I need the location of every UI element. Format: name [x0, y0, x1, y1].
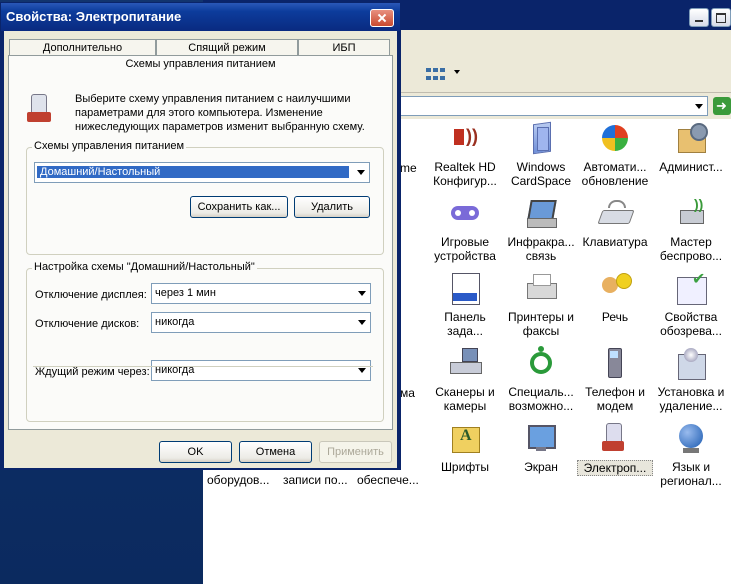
delete-button[interactable]: Удалить [294, 196, 370, 218]
display-off-select[interactable]: через 1 мин [151, 283, 371, 304]
control-panel-item[interactable]: Экран [503, 421, 579, 474]
tab-hibernate[interactable]: Спящий режим [156, 39, 298, 55]
chevron-down-icon[interactable] [358, 368, 366, 373]
control-panel-item[interactable]: Специаль... возможно... [503, 346, 579, 413]
region-icon [674, 421, 708, 455]
tab-ups[interactable]: ИБП [298, 39, 390, 55]
scheme-select-value: Домашний/Настольный [37, 166, 349, 178]
chevron-down-icon[interactable] [358, 320, 366, 325]
disks-off-select[interactable]: никогда [151, 312, 371, 333]
gamepad-icon [448, 196, 482, 230]
item-label-fragment[interactable]: обеспече... [357, 473, 419, 487]
control-panel-item[interactable]: Свойства обозрева... [653, 269, 729, 338]
group-title: Схемы управления питанием [32, 140, 187, 152]
dialog-title: Свойства: Электропитание [6, 9, 182, 24]
control-panel-item[interactable]: Игровые устройства [427, 196, 503, 263]
standby-label: Ждущий режим через: [35, 366, 150, 378]
windows-update-icon [598, 121, 632, 155]
control-panel-item[interactable]: Принтеры и факсы [503, 271, 579, 338]
control-panel-item[interactable]: Админист... [653, 121, 729, 174]
chevron-down-icon[interactable] [358, 291, 366, 296]
close-icon[interactable] [370, 9, 394, 27]
control-panel-item[interactable]: Инфракра... связь [503, 196, 579, 263]
control-panel-item[interactable]: Установка и удаление... [653, 346, 729, 413]
item-label-fragment[interactable]: записи по... [283, 473, 348, 487]
cardspace-icon [524, 121, 558, 155]
control-panel-item[interactable]: Мастер беспрово... [653, 196, 729, 263]
printer-icon [524, 271, 558, 305]
description-text: Выберите схему управления питанием с наи… [75, 93, 365, 133]
tab-power-schemes[interactable]: Схемы управления питанием [9, 58, 392, 70]
accessibility-icon [524, 346, 558, 380]
admin-tools-icon [674, 121, 708, 155]
item-label-fragment: me [400, 161, 417, 175]
display-icon [524, 421, 558, 455]
control-panel-item[interactable]: Шрифты [427, 421, 503, 474]
add-remove-icon [674, 346, 708, 380]
go-arrow-icon[interactable] [713, 97, 731, 115]
fonts-icon [448, 421, 482, 455]
schemes-group: Схемы управления питанием Домашний/Насто… [26, 140, 384, 255]
ok-button[interactable]: OK [159, 441, 232, 463]
speech-icon [598, 271, 632, 305]
control-panel-item[interactable]: Панель зада... [427, 271, 503, 338]
dialog-titlebar: Свойства: Электропитание [1, 3, 400, 31]
item-label-fragment: ма [400, 386, 415, 400]
control-panel-item-selected[interactable]: Электроп... [577, 421, 653, 476]
tab-page: Схемы управления питанием Выберите схему… [8, 55, 393, 430]
power-icon [598, 421, 632, 455]
views-icon[interactable] [423, 64, 447, 86]
cancel-button[interactable]: Отмена [239, 441, 312, 463]
chevron-down-icon[interactable] [357, 170, 365, 175]
display-off-label: Отключение дисплея: [35, 289, 147, 301]
dialog-body: Дополнительно Спящий режим ИБП Схемы упр… [4, 31, 397, 468]
control-panel-item[interactable]: Realtek HD Конфигур... [427, 121, 503, 188]
divider [33, 366, 373, 367]
phone-icon [598, 346, 632, 380]
disks-off-label: Отключение дисков: [35, 318, 140, 330]
control-panel-item[interactable]: Сканеры и камеры [427, 346, 503, 413]
group-title: Настройка схемы "Домашний/Настольный" [32, 261, 257, 273]
scheme-select[interactable]: Домашний/Настольный [34, 162, 370, 183]
control-panel-item[interactable]: Язык и регионал... [653, 421, 729, 488]
control-panel-item[interactable]: Автомати... обновление [577, 121, 653, 188]
control-panel-item[interactable]: Клавиатура [577, 196, 653, 249]
views-dropdown-icon[interactable] [454, 70, 460, 74]
address-dropdown-icon[interactable] [695, 104, 703, 109]
internet-options-icon [674, 269, 708, 305]
standby-select[interactable]: никогда [151, 360, 371, 381]
apply-button[interactable]: Применить [319, 441, 392, 463]
item-label-fragment[interactable]: оборудов... [207, 473, 269, 487]
scheme-settings-group: Настройка схемы "Домашний/Настольный" От… [26, 261, 384, 422]
tab-advanced[interactable]: Дополнительно [9, 39, 156, 55]
save-as-button[interactable]: Сохранить как... [190, 196, 288, 218]
wireless-wizard-icon [674, 196, 708, 230]
power-scheme-icon [25, 92, 57, 124]
power-options-dialog: Свойства: Электропитание Дополнительно С… [0, 2, 401, 470]
control-panel-item[interactable]: Windows CardSpace [503, 121, 579, 188]
keyboard-icon [598, 196, 632, 230]
maximize-button[interactable] [711, 8, 731, 27]
taskbar-icon [448, 271, 482, 305]
minimize-button[interactable] [689, 8, 709, 27]
speaker-icon [448, 121, 482, 155]
control-panel-item[interactable]: Речь [577, 271, 653, 324]
control-panel-item[interactable]: Телефон и модем [577, 346, 653, 413]
infrared-icon [524, 196, 558, 230]
scanner-icon [448, 346, 482, 380]
